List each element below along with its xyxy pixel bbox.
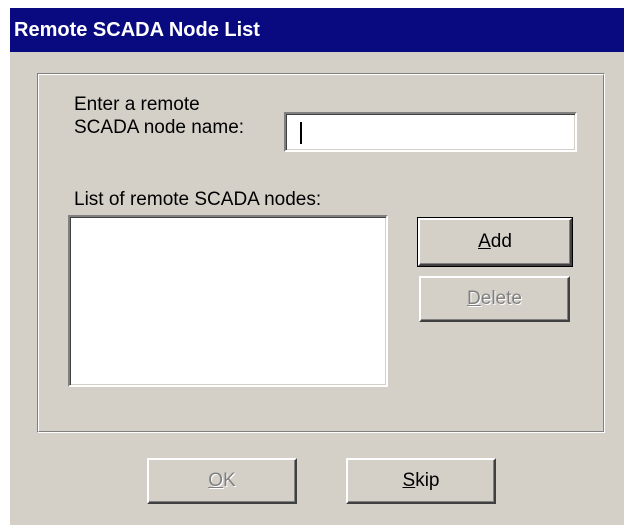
node-name-label-line1: Enter a remote (74, 94, 200, 115)
node-name-label: Enter a remote SCADA node name: (74, 93, 244, 139)
remote-scada-node-list-dialog: Remote SCADA Node List Enter a remote SC… (10, 8, 624, 525)
dialog-title: Remote SCADA Node List (14, 19, 260, 41)
skip-button[interactable]: Skip (346, 458, 496, 504)
add-button-label: dd (490, 231, 512, 252)
ok-button-mnemonic: O (208, 470, 224, 491)
add-button[interactable]: Add (417, 217, 573, 267)
skip-button-label: kip (415, 470, 440, 491)
ok-button-label: K (223, 470, 236, 491)
skip-button-mnemonic: S (402, 470, 416, 491)
node-name-input[interactable] (284, 112, 577, 152)
node-list-label: List of remote SCADA nodes: (74, 189, 322, 210)
delete-button-label: elete (480, 288, 522, 309)
node-name-label-line2: SCADA node name: (74, 117, 245, 138)
dialog-title-bar[interactable]: Remote SCADA Node List (10, 8, 624, 52)
delete-button-mnemonic: D (467, 288, 481, 309)
add-button-mnemonic: A (478, 231, 491, 252)
remote-nodes-listbox[interactable] (68, 215, 388, 387)
text-caret (300, 122, 302, 144)
ok-button[interactable]: OK (147, 458, 297, 504)
delete-button[interactable]: Delete (419, 276, 570, 322)
